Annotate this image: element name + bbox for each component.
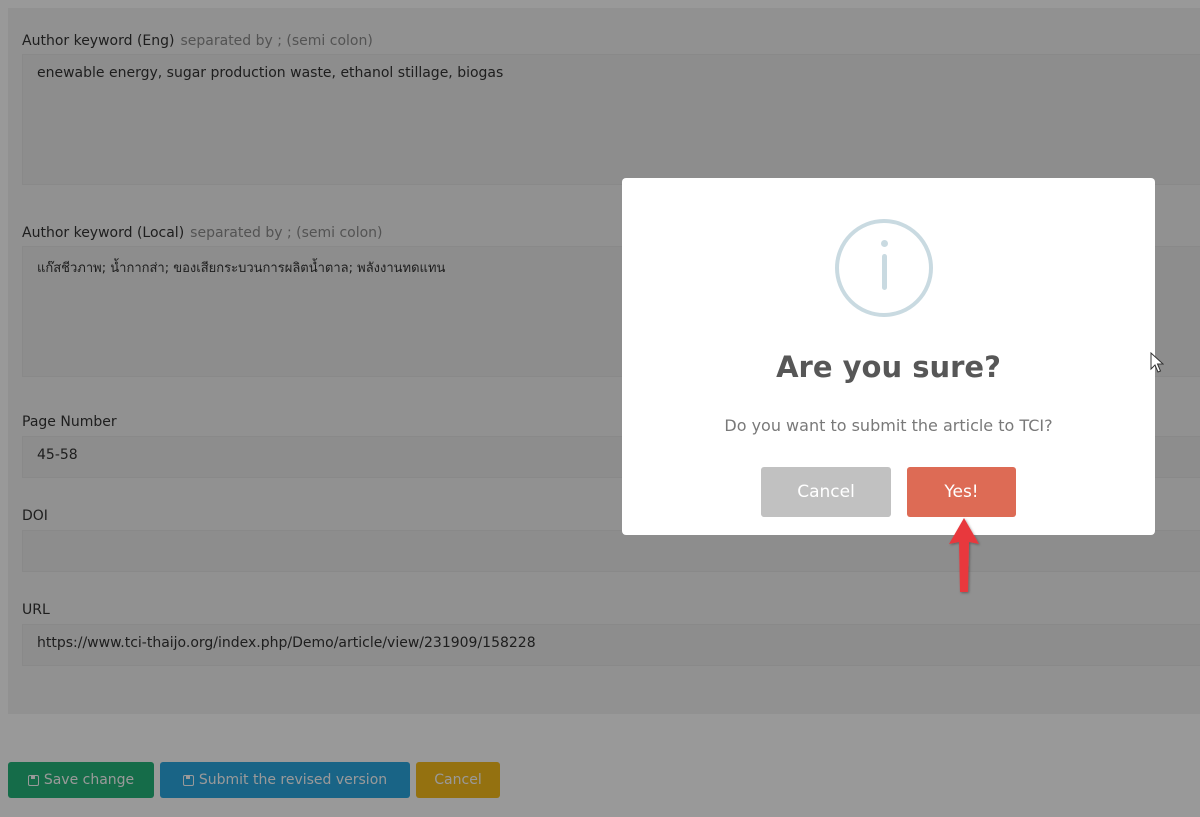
dialog-title: Are you sure? [776, 350, 1001, 384]
dialog-yes-button[interactable]: Yes! [907, 467, 1016, 517]
annotation-arrow-icon [949, 518, 979, 592]
confirm-dialog: Are you sure? Do you want to submit the … [622, 178, 1155, 535]
dialog-cancel-button[interactable]: Cancel [761, 467, 891, 517]
info-icon [835, 219, 933, 317]
mouse-cursor-icon [1150, 352, 1164, 373]
dialog-message: Do you want to submit the article to TCI… [724, 416, 1053, 435]
